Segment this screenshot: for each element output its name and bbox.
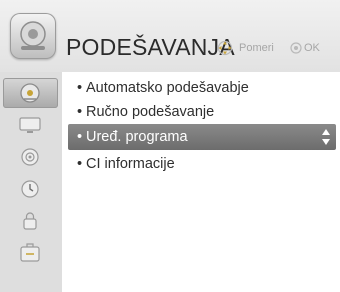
settings-window: PODEŠAVANJA Pomeri OK • Automatsko podeš… [0,0,340,292]
side-item-lock[interactable] [3,206,58,236]
side-item-audio[interactable] [3,142,58,172]
move-hint-label: Pomeri [239,42,274,54]
menu-item-label: Ručno podešavanje [86,104,215,120]
list-bullet: • [77,80,83,96]
list-bullet: • [77,156,83,172]
satellite-dish-icon [20,83,40,103]
side-menu [0,72,62,292]
speaker-icon [21,148,39,166]
ok-hint-label: OK [304,42,320,54]
settings-list: • Automatsko podešavabje • Ručno podešav… [62,72,340,292]
menu-item-manual-tuning[interactable]: • Ručno podešavanje [72,100,336,124]
lock-icon [23,212,37,230]
ok-button-icon [290,42,302,54]
side-item-channels[interactable] [3,78,58,108]
monitor-icon [19,117,41,133]
navigation-arrows-icon [217,40,233,56]
up-down-arrows-icon [322,129,330,145]
clock-icon [21,180,39,198]
header: PODEŠAVANJA Pomeri OK [0,0,340,72]
menu-item-label: CI informacije [86,156,175,172]
page-title: PODEŠAVANJA [66,34,235,60]
menu-item-label: Automatsko podešavabje [86,80,249,96]
side-item-picture[interactable] [3,110,58,140]
tv-settings-icon [10,13,56,59]
list-bullet: • [77,129,83,145]
side-item-time[interactable] [3,174,58,204]
menu-item-ci-info[interactable]: • CI informacije [72,152,336,176]
menu-item-program-edit[interactable]: • Uređ. programa [68,124,336,150]
side-item-options[interactable] [3,238,58,268]
menu-item-label: Uređ. programa [86,129,188,145]
list-bullet: • [77,104,83,120]
menu-item-auto-tuning[interactable]: • Automatsko podešavabje [72,76,336,100]
options-icon [20,243,40,262]
